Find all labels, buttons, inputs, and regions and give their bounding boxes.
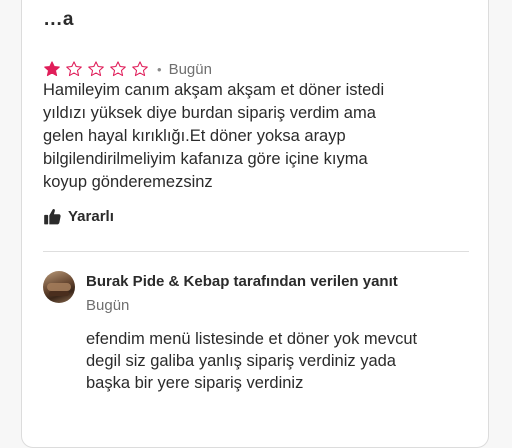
- review-line: koyup gönderemezsinz: [43, 173, 213, 191]
- star-empty-icon: [88, 61, 104, 77]
- rating-row: • Bugün: [43, 59, 212, 79]
- reply-line: efendim menü listesinde et döner yok mev…: [86, 330, 418, 348]
- star-rating: [43, 60, 149, 78]
- separator-dot: •: [157, 61, 162, 77]
- review-card: ...a • Bugün Hamileyim canım akşam akşam…: [21, 0, 489, 448]
- divider: [43, 251, 469, 252]
- review-date: Bugün: [168, 60, 212, 78]
- review-line: bilgilendirilmeliyim kafanıza göre içine…: [43, 150, 368, 168]
- thumbs-up-icon: [44, 208, 61, 225]
- owner-reply-date: Bugün: [86, 297, 130, 314]
- owner-reply-text: efendim menü listesinde et döner yok mev…: [86, 328, 486, 394]
- reviewer-name: ...a: [44, 9, 75, 30]
- review-line: Hamileyim canım akşam akşam et döner ist…: [43, 81, 385, 99]
- reply-line: degil siz galiba yanlış sipariş verdiniz…: [86, 352, 396, 370]
- review-line: yıldızı yüksek diye burdan sipariş verdi…: [43, 104, 376, 122]
- star-empty-icon: [110, 61, 126, 77]
- review-line: gelen hayal kırıklığı.Et döner yoksa ara…: [43, 127, 346, 145]
- review-text: Hamileyim canım akşam akşam et döner ist…: [43, 79, 463, 194]
- helpful-label: Yararlı: [68, 208, 114, 225]
- reply-line: başka bir yere sipariş verdiniz: [86, 374, 304, 392]
- star-filled-icon: [44, 61, 60, 77]
- star-empty-icon: [132, 61, 148, 77]
- restaurant-avatar: [43, 271, 75, 303]
- owner-reply-title: Burak Pide & Kebap tarafından verilen ya…: [86, 273, 398, 290]
- helpful-button[interactable]: Yararlı: [43, 207, 114, 226]
- star-empty-icon: [66, 61, 82, 77]
